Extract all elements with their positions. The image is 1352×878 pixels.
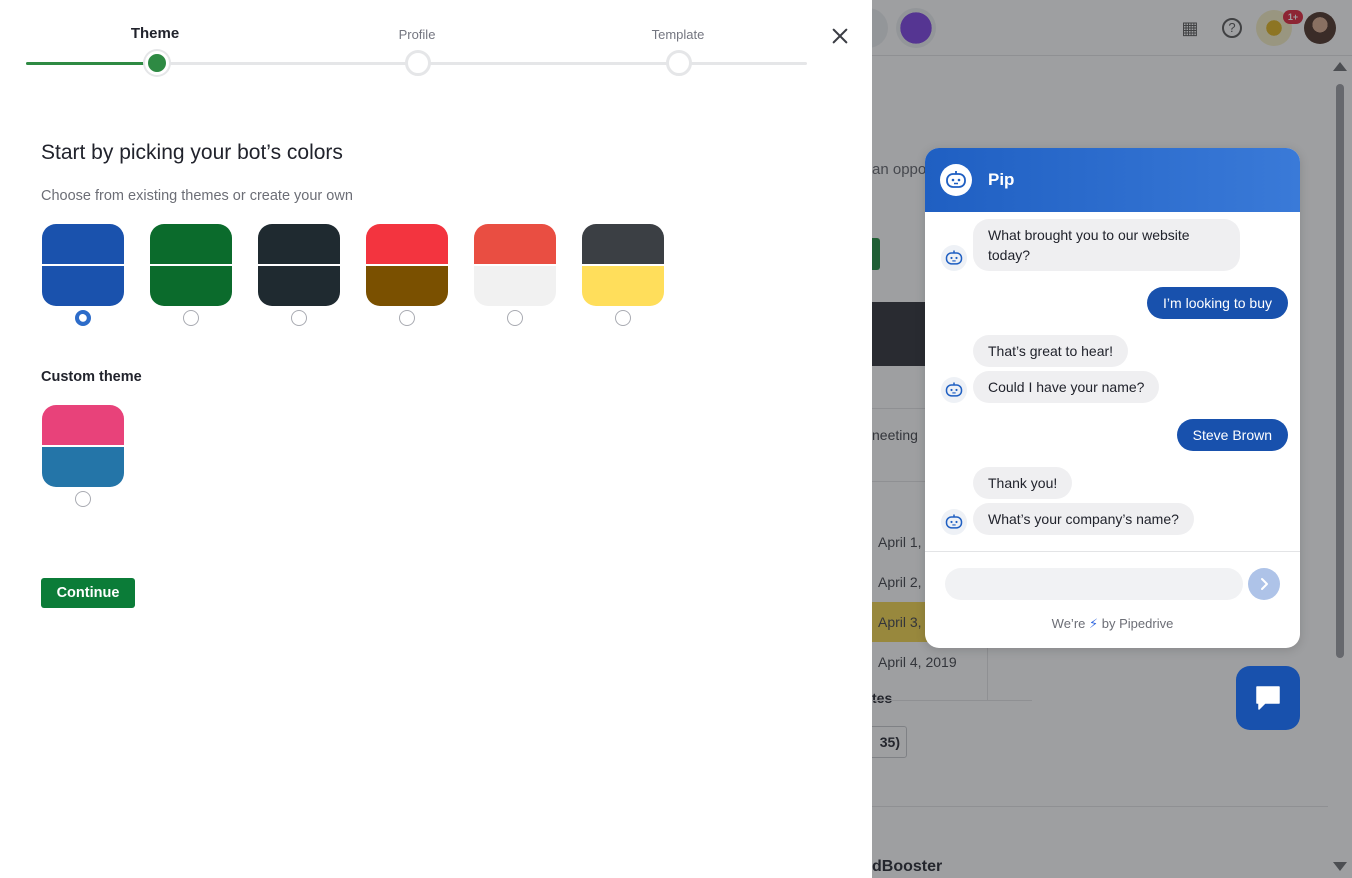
lightning-icon: ⚡ <box>1089 616 1099 631</box>
theme-swatch-6[interactable] <box>582 224 664 306</box>
bot-face-icon <box>946 171 966 188</box>
custom-theme-title: Custom theme <box>41 369 142 385</box>
step-label-template[interactable]: Template <box>652 27 705 42</box>
page-title: Start by picking your bot’s colors <box>41 141 343 164</box>
swatch-divider <box>150 264 232 266</box>
bot-message: Could I have your name? <box>973 371 1160 403</box>
step-dot-profile[interactable] <box>405 50 431 76</box>
bot-message: That’s great to hear! <box>973 335 1129 367</box>
chat-header: Pip <box>925 148 1300 212</box>
swatch-divider <box>582 264 664 266</box>
send-button[interactable] <box>1248 568 1280 600</box>
swatch-top-color <box>42 405 124 446</box>
theme-swatch-4[interactable] <box>366 224 448 306</box>
progress-fill <box>26 62 159 65</box>
bot-message: Thank you! <box>973 467 1073 499</box>
chat-launcher-button[interactable] <box>1236 666 1300 730</box>
chevron-right-icon <box>1261 578 1268 590</box>
close-icon[interactable] <box>828 24 852 48</box>
step-dot-template[interactable] <box>666 50 692 76</box>
theme-radio-3[interactable] <box>291 310 307 326</box>
swatch-top-color <box>258 224 340 265</box>
swatch-bottom-color <box>258 265 340 306</box>
swatch-top-color <box>582 224 664 265</box>
swatch-top-color <box>150 224 232 265</box>
theme-swatch-5[interactable] <box>474 224 556 306</box>
theme-radio-5[interactable] <box>507 310 523 326</box>
bot-face-icon <box>945 514 963 529</box>
bot-message: What brought you to our website today? <box>973 219 1240 271</box>
swatch-bottom-color <box>42 265 124 306</box>
swatch-divider <box>474 264 556 266</box>
bot-avatar <box>941 509 967 535</box>
swatch-bottom-color <box>366 265 448 306</box>
bot-face-icon <box>945 250 963 265</box>
chat-bubble-icon <box>1256 686 1280 710</box>
step-label-profile[interactable]: Profile <box>399 27 436 42</box>
swatch-bottom-color <box>150 265 232 306</box>
chat-footer-divider <box>925 551 1300 552</box>
chatbot-preview: Pip What brought you to our website toda… <box>925 148 1300 648</box>
swatch-divider <box>366 264 448 266</box>
bot-avatar <box>941 245 967 271</box>
theme-radio-2[interactable] <box>183 310 199 326</box>
swatch-bottom-color <box>42 446 124 487</box>
powered-suffix: by Pipedrive <box>1101 616 1174 631</box>
swatch-divider <box>42 264 124 266</box>
theme-radio-4[interactable] <box>399 310 415 326</box>
chatbot-setup-panel: Theme Profile Template Start by picking … <box>0 0 872 878</box>
bot-name: Pip <box>988 170 1015 189</box>
swatch-bottom-color <box>582 265 664 306</box>
step-dot-theme[interactable] <box>145 51 169 75</box>
step-label-theme[interactable]: Theme <box>131 25 179 42</box>
custom-theme-swatch[interactable] <box>42 405 124 487</box>
bot-message: What’s your company’s name? <box>973 503 1194 535</box>
page-subtitle: Choose from existing themes or create yo… <box>41 188 353 204</box>
theme-radio-1[interactable] <box>75 310 91 326</box>
theme-swatch-2[interactable] <box>150 224 232 306</box>
swatch-bottom-color <box>474 265 556 306</box>
continue-button[interactable]: Continue <box>41 578 135 608</box>
swatch-top-color <box>366 224 448 265</box>
bot-avatar <box>941 377 967 403</box>
theme-swatch-1[interactable] <box>42 224 124 306</box>
powered-by: We’re ⚡ by Pipedrive <box>925 616 1300 632</box>
swatch-top-color <box>474 224 556 265</box>
user-message: I’m looking to buy <box>1147 287 1288 319</box>
theme-radio-6[interactable] <box>615 310 631 326</box>
bot-face-icon <box>945 382 963 397</box>
swatch-divider <box>258 264 340 266</box>
swatch-top-color <box>42 224 124 265</box>
user-message: Steve Brown <box>1176 419 1288 451</box>
chat-message-input[interactable] <box>945 568 1243 600</box>
powered-prefix: We’re <box>1051 616 1086 631</box>
swatch-divider <box>42 445 124 447</box>
theme-swatch-3[interactable] <box>258 224 340 306</box>
bot-avatar <box>940 164 972 196</box>
custom-theme-radio[interactable] <box>75 491 91 507</box>
